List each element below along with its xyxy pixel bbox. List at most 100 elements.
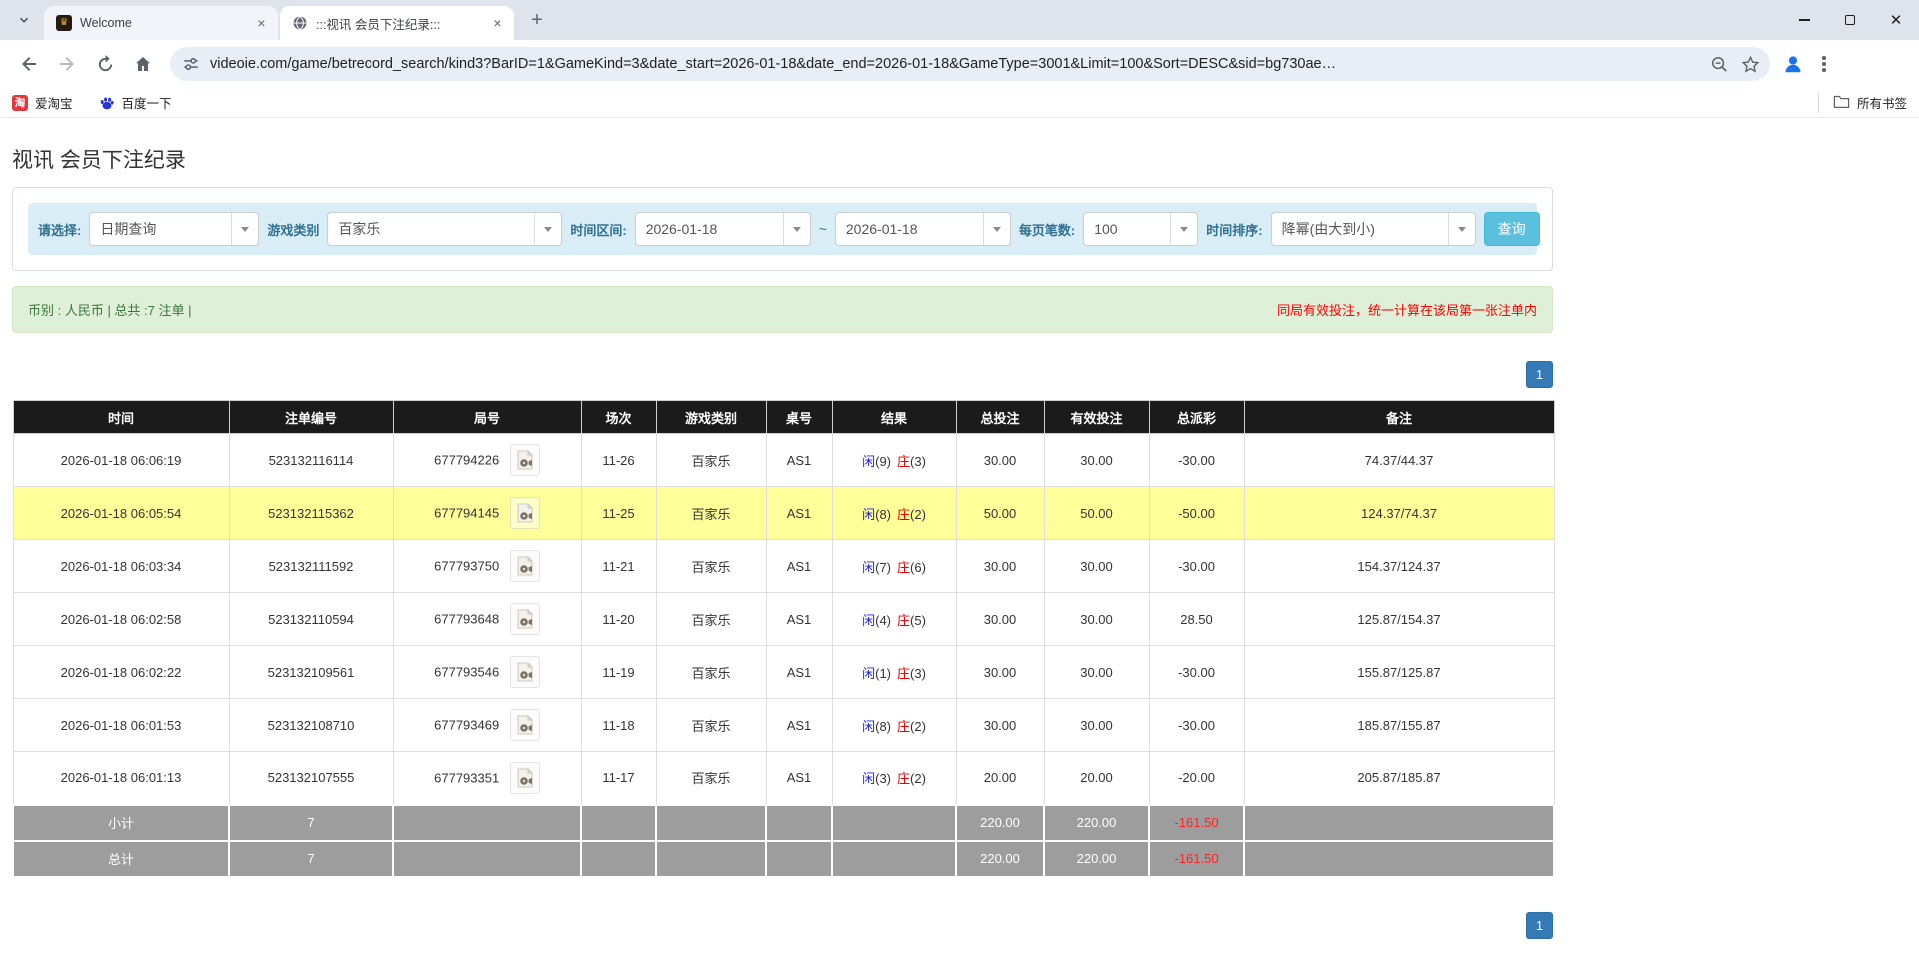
cell-valid-bet: 20.00 xyxy=(1044,752,1149,805)
address-bar[interactable]: videoie.com/game/betrecord_search/kind3?… xyxy=(170,47,1770,81)
date-start-input[interactable]: 2026-01-18 xyxy=(635,212,811,246)
sort-label: 时间排序: xyxy=(1206,220,1262,239)
close-window-button[interactable]: ✕ xyxy=(1873,0,1919,40)
search-button[interactable]: 查询 xyxy=(1484,212,1540,246)
tab-betrecord[interactable]: :::视讯 会员下注纪录::: × xyxy=(280,6,514,40)
cell-valid-bet: 50.00 xyxy=(1044,487,1149,540)
result-banker-label: 庄 xyxy=(897,613,910,628)
valid-bet-notice: 同局有效投注，统一计算在该局第一张注单内 xyxy=(1277,300,1537,319)
video-replay-icon[interactable] xyxy=(510,444,540,476)
result-banker-score: (2) xyxy=(910,507,926,522)
cell-time: 2026-01-18 06:02:58 xyxy=(13,593,229,646)
result-player-score: (8) xyxy=(875,719,891,734)
bookmark-star-icon[interactable] xyxy=(1741,55,1760,74)
profile-avatar[interactable] xyxy=(1782,53,1804,75)
forward-button[interactable] xyxy=(50,47,84,81)
home-button[interactable] xyxy=(126,47,160,81)
video-replay-icon[interactable] xyxy=(510,656,540,688)
cell-payout: -30.00 xyxy=(1149,434,1244,487)
cell-result: 闲(7)庄(6) xyxy=(832,540,956,593)
cell-game-kind: 百家乐 xyxy=(656,487,766,540)
menu-dots-icon[interactable] xyxy=(1818,52,1830,76)
subtotal-valid-bet: 220.00 xyxy=(1044,805,1149,841)
new-tab-button[interactable]: + xyxy=(524,9,550,32)
bookmark-baidu[interactable]: 百度一下 xyxy=(99,93,172,112)
round-number: 677793750 xyxy=(434,559,499,574)
cell-game-kind: 百家乐 xyxy=(656,699,766,752)
tab-close-icon[interactable]: × xyxy=(253,15,270,32)
back-button[interactable] xyxy=(12,47,46,81)
maximize-button[interactable] xyxy=(1827,0,1873,40)
query-type-select[interactable]: 日期查询 xyxy=(89,212,259,246)
cell-table-no: AS1 xyxy=(766,487,832,540)
video-replay-icon[interactable] xyxy=(510,762,540,794)
cell-table-no: AS1 xyxy=(766,646,832,699)
chevron-down-icon xyxy=(1448,213,1475,245)
result-banker-score: (2) xyxy=(910,771,926,786)
filter-bar: 请选择: 日期查询 游戏类别 百家乐 时间区间: 2026-01-18 ~ 20… xyxy=(28,203,1537,255)
result-banker-label: 庄 xyxy=(897,666,910,681)
cell-payout: 28.50 xyxy=(1149,593,1244,646)
cell-round: 677794226 xyxy=(393,434,581,487)
video-replay-icon[interactable] xyxy=(510,550,540,582)
cell-time: 2026-01-18 06:02:22 xyxy=(13,646,229,699)
result-banker-label: 庄 xyxy=(897,454,910,469)
cell-total-bet: 50.00 xyxy=(956,487,1044,540)
subtotal-label: 小计 xyxy=(13,805,229,841)
cell-bet-id: 523132111592 xyxy=(229,540,393,593)
cell-bet-id: 523132107555 xyxy=(229,752,393,805)
empty-cell xyxy=(656,805,766,841)
page-1-button[interactable]: 1 xyxy=(1526,912,1553,939)
game-kind-label: 游戏类别 xyxy=(267,220,319,239)
per-page-select[interactable]: 100 xyxy=(1083,212,1198,246)
all-bookmarks-button[interactable]: 所有书签 xyxy=(1818,93,1907,113)
cell-bet-id: 523132108710 xyxy=(229,699,393,752)
cell-session: 11-17 xyxy=(581,752,656,805)
cell-time: 2026-01-18 06:03:34 xyxy=(13,540,229,593)
round-number: 677793351 xyxy=(434,770,499,785)
site-settings-icon[interactable] xyxy=(182,55,200,73)
round-number: 677794145 xyxy=(434,506,499,521)
chevron-down-icon xyxy=(783,213,810,245)
result-player-score: (8) xyxy=(875,507,891,522)
tab-welcome[interactable]: ♛ Welcome × xyxy=(44,6,278,40)
game-kind-select[interactable]: 百家乐 xyxy=(327,212,562,246)
cell-bet-id: 523132116114 xyxy=(229,434,393,487)
cell-total-bet: 30.00 xyxy=(956,434,1044,487)
video-replay-icon[interactable] xyxy=(510,497,540,529)
reload-button[interactable] xyxy=(88,47,122,81)
grand-total-label: 总计 xyxy=(13,841,229,877)
video-replay-icon[interactable] xyxy=(510,603,540,635)
tab-close-icon[interactable]: × xyxy=(489,15,506,32)
cell-remark: 124.37/74.37 xyxy=(1244,487,1554,540)
subtotal-count: 7 xyxy=(229,805,393,841)
bookmarks-bar: 淘 爱淘宝 百度一下 所有书签 xyxy=(0,88,1919,118)
date-range-label: 时间区间: xyxy=(570,220,626,239)
empty-cell xyxy=(581,805,656,841)
cell-valid-bet: 30.00 xyxy=(1044,699,1149,752)
tab-title: :::视讯 会员下注纪录::: xyxy=(316,14,489,33)
result-player-label: 闲 xyxy=(862,771,875,786)
result-banker-label: 庄 xyxy=(897,560,910,575)
cell-game-kind: 百家乐 xyxy=(656,434,766,487)
minimize-button[interactable] xyxy=(1781,0,1827,40)
cell-session: 11-21 xyxy=(581,540,656,593)
cell-total-bet: 30.00 xyxy=(956,540,1044,593)
date-end-input[interactable]: 2026-01-18 xyxy=(835,212,1011,246)
taobao-icon: 淘 xyxy=(12,95,28,111)
chevron-down-icon xyxy=(231,213,258,245)
chevron-down-icon xyxy=(983,213,1010,245)
video-replay-icon[interactable] xyxy=(510,709,540,741)
cell-table-no: AS1 xyxy=(766,540,832,593)
url-text[interactable]: videoie.com/game/betrecord_search/kind3?… xyxy=(210,56,1700,72)
cell-total-bet: 30.00 xyxy=(956,646,1044,699)
zoom-out-indicator-icon[interactable] xyxy=(1710,55,1729,74)
globe-favicon-icon xyxy=(292,15,308,31)
cell-session: 11-19 xyxy=(581,646,656,699)
page-1-button[interactable]: 1 xyxy=(1526,361,1553,388)
sort-select[interactable]: 降幂(由大到小) xyxy=(1271,212,1476,246)
bookmark-taobao[interactable]: 淘 爱淘宝 xyxy=(12,93,73,112)
tab-search-button[interactable] xyxy=(10,6,38,34)
empty-cell xyxy=(656,841,766,877)
cell-result: 闲(8)庄(2) xyxy=(832,699,956,752)
